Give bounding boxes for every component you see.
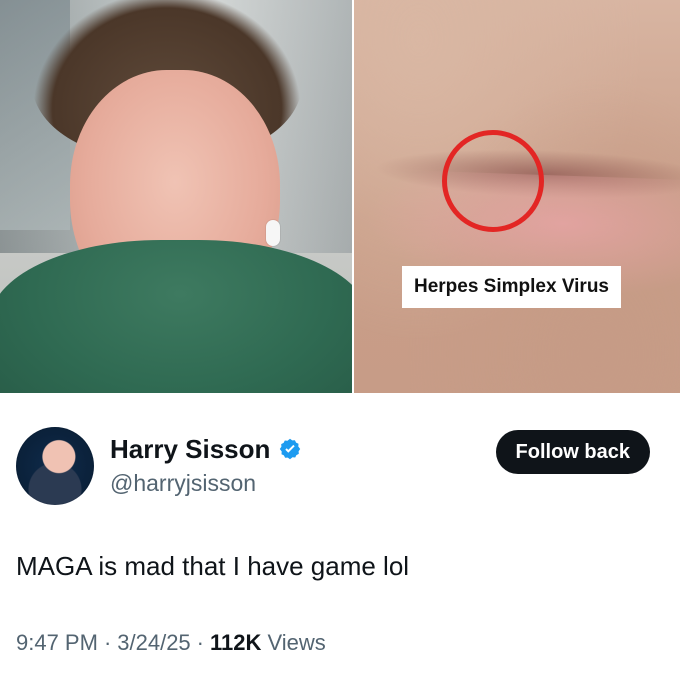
tweet-screenshot: Herpes Simplex Virus Harry Sisson @harry… bbox=[0, 0, 680, 680]
avatar[interactable] bbox=[16, 427, 94, 505]
tweet-date[interactable]: 3/24/25 bbox=[117, 630, 190, 655]
image-caption: Herpes Simplex Virus bbox=[401, 266, 621, 308]
tweet-card: Harry Sisson @harryjsisson Follow back M… bbox=[0, 393, 680, 680]
views-label[interactable]: Views bbox=[268, 630, 326, 655]
author-name-row: Harry Sisson bbox=[110, 433, 302, 465]
earbud bbox=[266, 220, 280, 246]
views-count[interactable]: 112K bbox=[210, 630, 261, 655]
right-image: Herpes Simplex Virus bbox=[353, 0, 680, 393]
author-display-name[interactable]: Harry Sisson bbox=[110, 433, 270, 465]
tweet-metadata: 9:47 PM · 3/24/25 · 112K Views bbox=[16, 629, 326, 657]
tweet-time[interactable]: 9:47 PM bbox=[16, 630, 98, 655]
tweet-media[interactable]: Herpes Simplex Virus bbox=[0, 0, 680, 393]
author-handle[interactable]: @harryjsisson bbox=[110, 469, 256, 497]
green-hoodie bbox=[0, 240, 352, 393]
highlight-circle bbox=[441, 130, 544, 232]
meta-separator: · bbox=[196, 630, 204, 655]
left-image bbox=[0, 0, 354, 393]
tweet-text: MAGA is mad that I have game lol bbox=[16, 551, 410, 581]
follow-back-button[interactable]: Follow back bbox=[495, 430, 650, 474]
verified-badge-icon bbox=[278, 437, 302, 461]
meta-separator: · bbox=[103, 630, 112, 655]
